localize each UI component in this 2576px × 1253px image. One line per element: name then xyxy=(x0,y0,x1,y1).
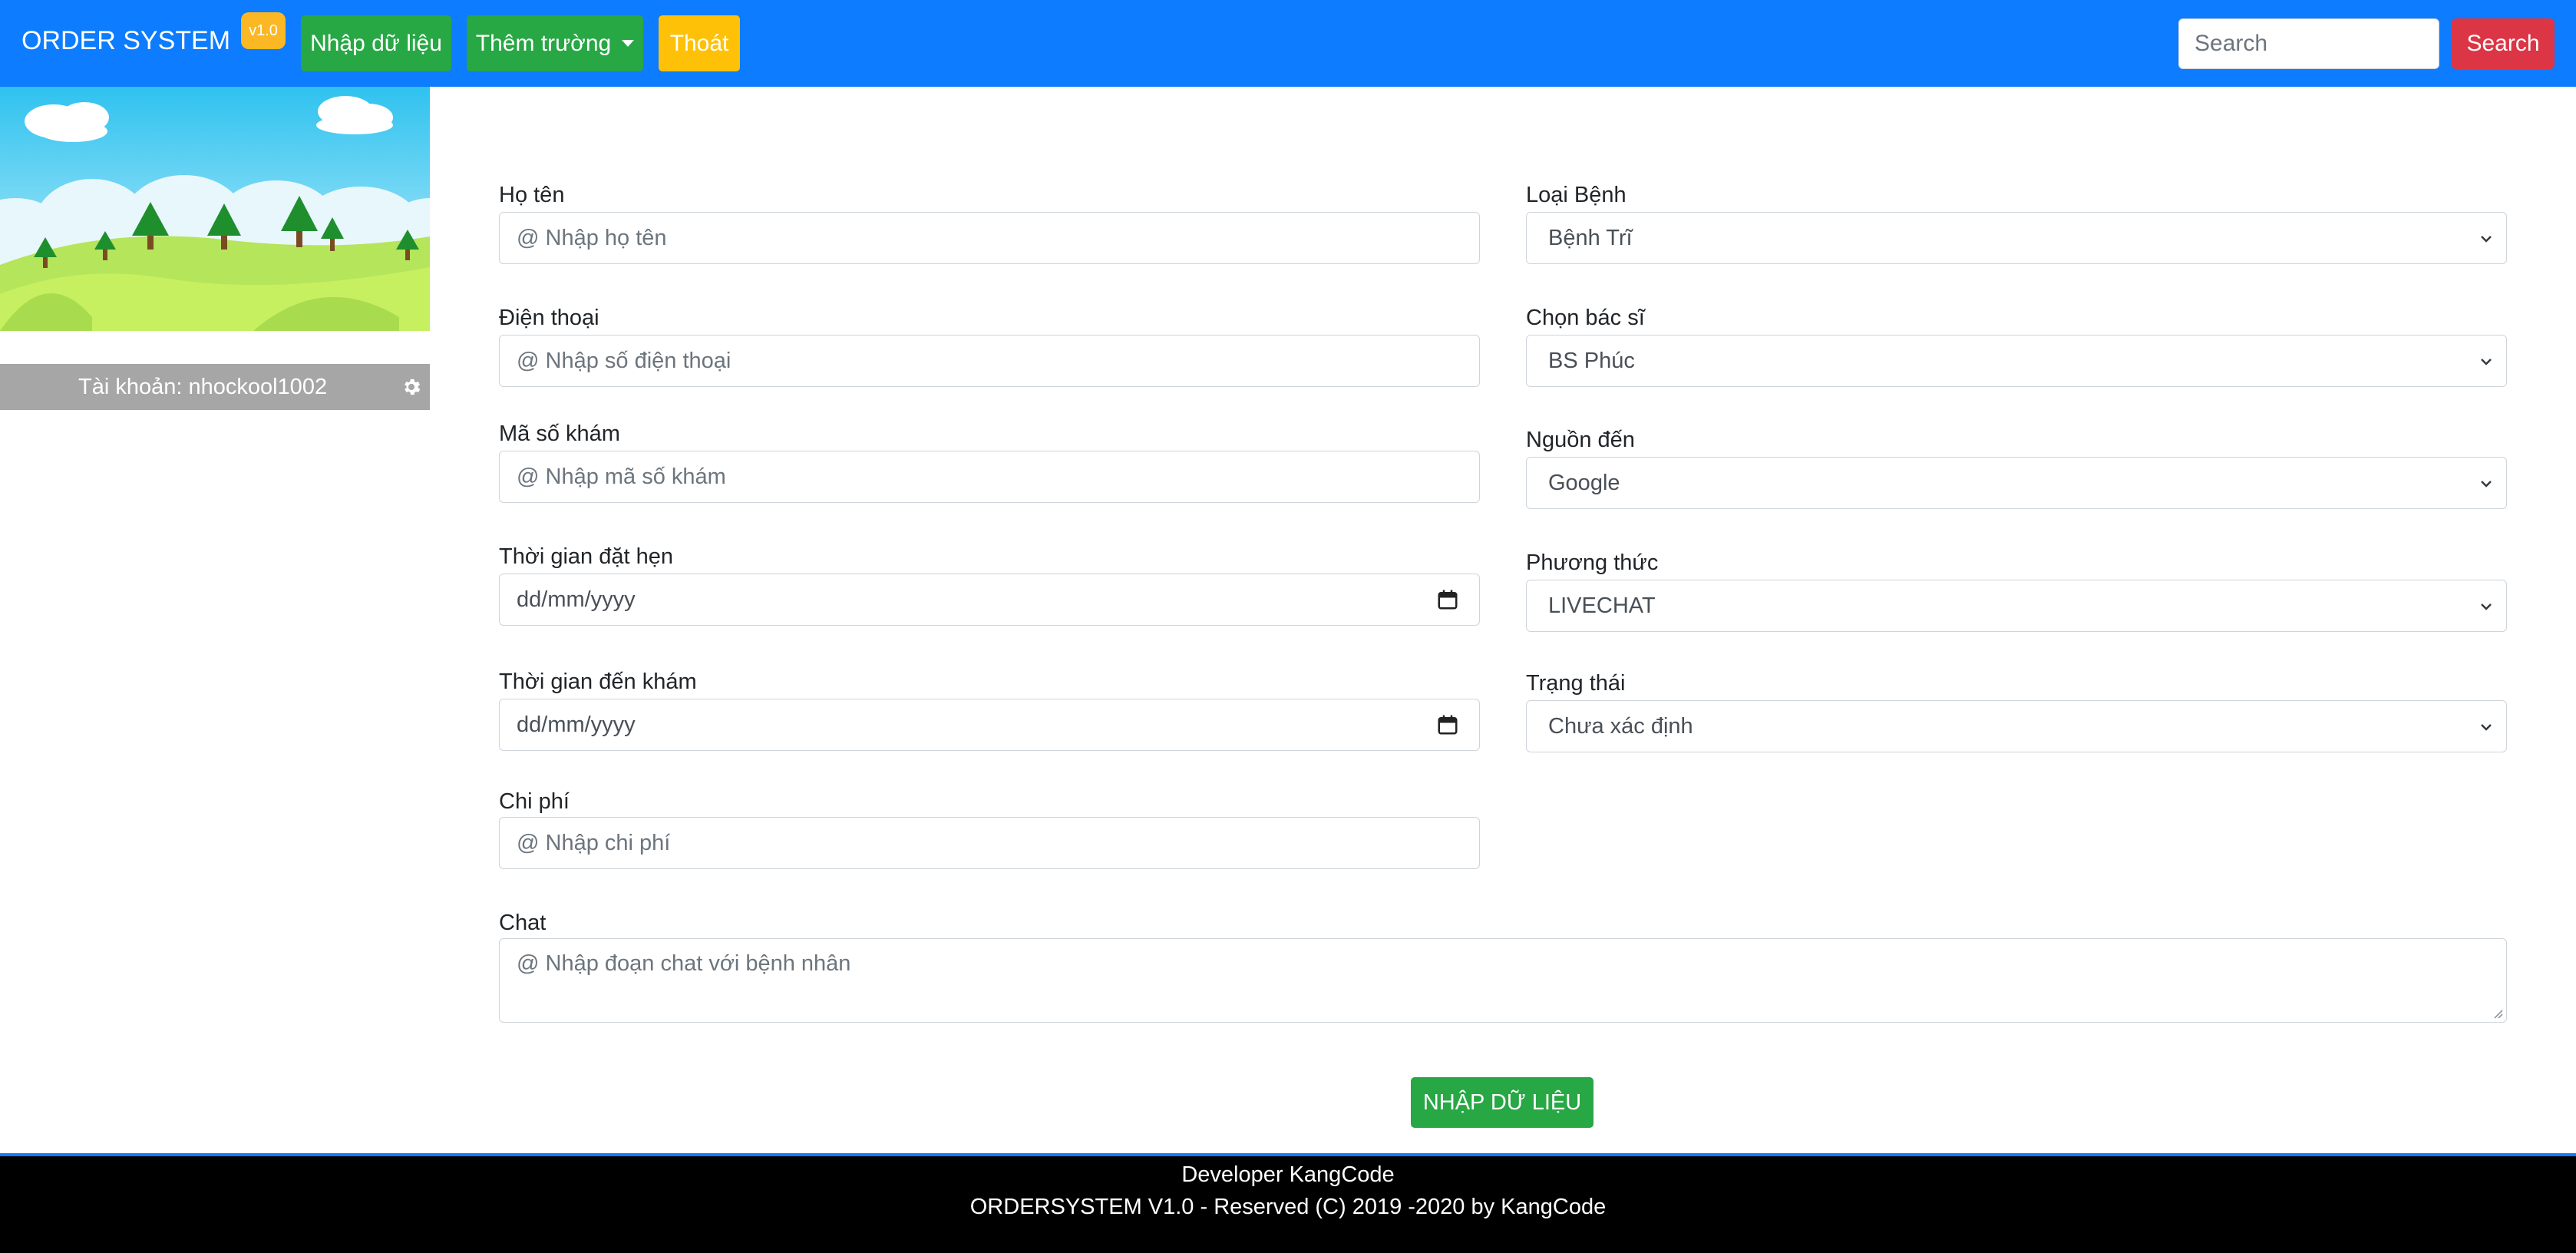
sidebar-banner-illustration xyxy=(0,87,430,331)
search-button[interactable]: Search xyxy=(2452,18,2555,69)
enter-data-nav-button[interactable]: Nhập dữ liệu xyxy=(301,15,451,71)
chevron-down-icon xyxy=(2481,236,2492,243)
add-field-label: Thêm trường xyxy=(475,30,612,56)
chat-textarea[interactable]: @ Nhập đoạn chat với bệnh nhân xyxy=(499,938,2507,1023)
name-input[interactable]: @ Nhập họ tên xyxy=(499,212,1480,264)
method-label: Phương thức xyxy=(1526,550,1659,575)
chevron-down-icon xyxy=(2481,481,2492,488)
phone-label: Điện thoại xyxy=(499,306,599,330)
account-label: Tài khoản: nhockool1002 xyxy=(78,375,328,399)
status-value: Chưa xác định xyxy=(1548,713,1693,739)
phone-input[interactable]: @ Nhập số điện thoại xyxy=(499,335,1480,387)
calendar-icon[interactable] xyxy=(1436,713,1459,736)
visit-date-input[interactable]: dd/mm/yyyy xyxy=(499,699,1480,751)
source-value: Google xyxy=(1548,470,1620,495)
footer-copyright: ORDERSYSTEM V1.0 - Reserved (C) 2019 -20… xyxy=(969,1195,1607,1219)
exit-button[interactable]: Thoát xyxy=(659,15,740,71)
search-input[interactable] xyxy=(2178,18,2439,69)
disease-type-select[interactable]: Bệnh Trĩ xyxy=(1526,212,2507,264)
chevron-down-icon xyxy=(2481,359,2492,365)
appointment-time-label: Thời gian đặt hẹn xyxy=(499,544,674,569)
cost-label: Chi phí xyxy=(499,789,570,814)
cost-input[interactable]: @ Nhập chi phí xyxy=(499,817,1480,869)
gear-icon[interactable] xyxy=(401,376,422,398)
footer-developer: Developer KangCode xyxy=(1181,1162,1395,1187)
chat-placeholder: @ Nhập đoạn chat với bệnh nhân xyxy=(517,951,851,976)
method-value: LIVECHAT xyxy=(1548,593,1656,618)
calendar-icon[interactable] xyxy=(1436,588,1459,611)
brand-title[interactable]: ORDER SYSTEM xyxy=(21,26,230,56)
chevron-down-icon xyxy=(2481,603,2492,610)
doctor-value: BS Phúc xyxy=(1548,348,1635,373)
source-label: Nguồn đến xyxy=(1526,428,1635,452)
caret-down-icon xyxy=(622,40,635,47)
method-select[interactable]: LIVECHAT xyxy=(1526,580,2507,632)
doctor-select[interactable]: BS Phúc xyxy=(1526,335,2507,387)
name-label: Họ tên xyxy=(499,183,565,207)
source-select[interactable]: Google xyxy=(1526,457,2507,509)
add-field-dropdown-button[interactable]: Thêm trường xyxy=(467,15,643,71)
footer: Developer KangCode ORDERSYSTEM V1.0 - Re… xyxy=(0,1153,2576,1253)
visit-time-label: Thời gian đến khám xyxy=(499,669,697,694)
status-label: Trạng thái xyxy=(1526,671,1626,696)
chat-label: Chat xyxy=(499,911,547,935)
disease-type-label: Loại Bệnh xyxy=(1526,183,1627,207)
chevron-down-icon xyxy=(2481,724,2492,731)
top-navbar: ORDER SYSTEM v1.0 Nhập dữ liệu Thêm trườ… xyxy=(0,0,2576,87)
account-bar: Tài khoản: nhockool1002 xyxy=(0,364,430,410)
appointment-date-placeholder: dd/mm/yyyy xyxy=(517,587,636,612)
submit-data-button[interactable]: NHẬP DỮ LIỆU xyxy=(1411,1077,1593,1128)
doctor-label: Chọn bác sĩ xyxy=(1526,306,1645,330)
appointment-date-input[interactable]: dd/mm/yyyy xyxy=(499,574,1480,626)
version-badge: v1.0 xyxy=(241,12,286,49)
visit-date-placeholder: dd/mm/yyyy xyxy=(517,712,636,737)
status-select[interactable]: Chưa xác định xyxy=(1526,700,2507,752)
disease-type-value: Bệnh Trĩ xyxy=(1548,225,1633,250)
exam-code-label: Mã số khám xyxy=(499,422,620,446)
exam-code-input[interactable]: @ Nhập mã số khám xyxy=(499,451,1480,503)
resize-handle-icon[interactable] xyxy=(2491,1007,2503,1019)
